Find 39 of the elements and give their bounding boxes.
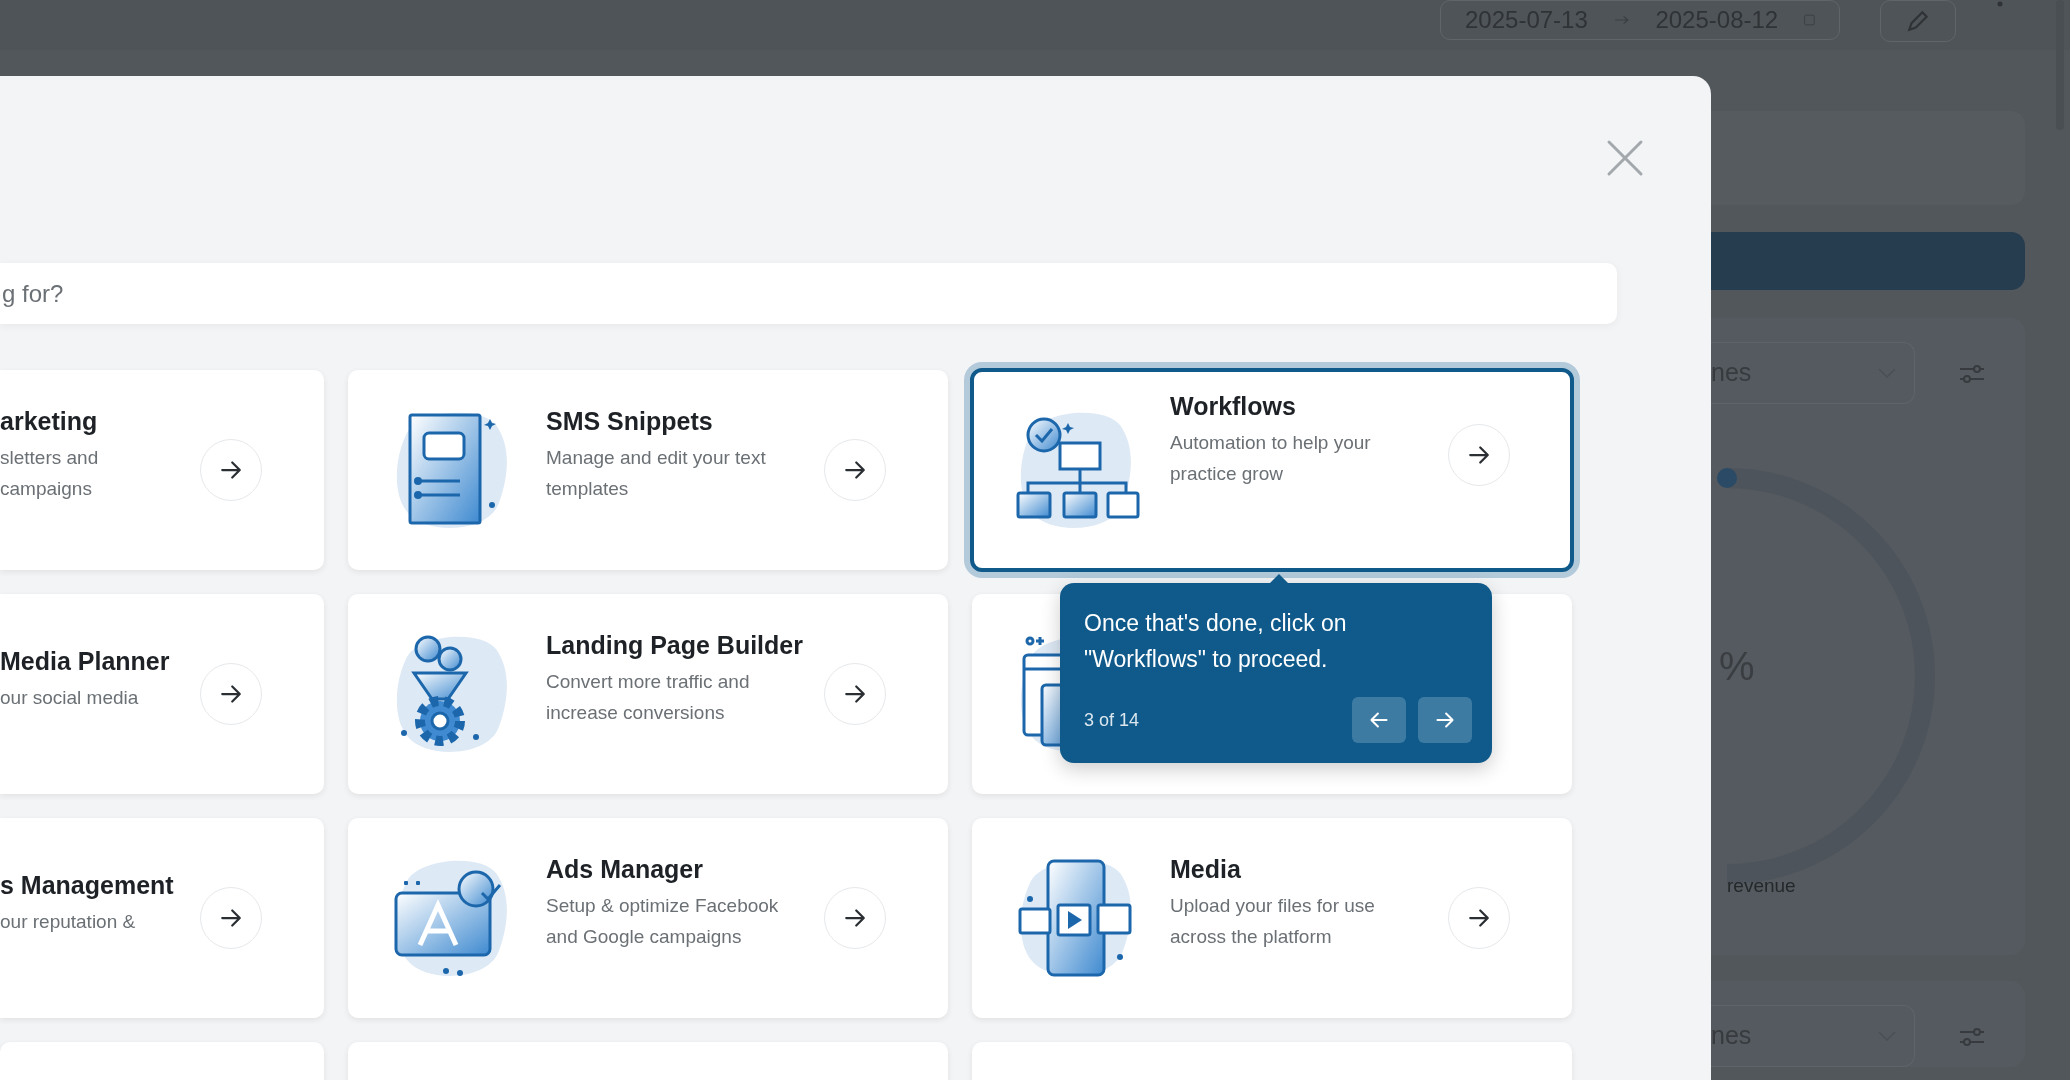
card-description: across the platform <box>1170 925 1333 949</box>
card-title: s Management <box>0 869 175 900</box>
tool-card[interactable]: arketing sletters and campaigns <box>0 370 324 570</box>
tooltip-text: Once that's done, click on "Workflows" to proceed. <box>1084 609 1348 674</box>
filter-icon <box>1959 1025 1985 1048</box>
card-description: sletters and <box>0 446 100 470</box>
tool-card[interactable]: SMS Snippets Manage and edit your text templates <box>348 370 948 570</box>
card-description: Automation to help your <box>1170 431 1372 455</box>
card-title: Ads Manager <box>546 854 704 884</box>
card-title: Media <box>1170 854 1242 884</box>
card-description: practice grow <box>1170 462 1284 486</box>
card-description: Setup & optimize Facebook <box>546 894 780 918</box>
card-description: campaigns <box>0 477 93 501</box>
card-description: and Google campaigns <box>546 925 743 949</box>
gauge-value: % <box>1719 643 1755 690</box>
card-description: Manage and edit your text <box>546 446 767 470</box>
tool-card[interactable]: s Management our reputation & <box>0 818 324 1018</box>
card-description: templates <box>546 477 630 501</box>
card-description: Upload your files for use <box>1170 894 1376 918</box>
card-title: Landing Page Builder <box>546 630 804 660</box>
filter-icon <box>1959 362 1985 385</box>
card-description: our reputation & <box>0 909 137 934</box>
tool-card[interactable]: Media Upload your files for use across the platform <box>972 818 1572 1018</box>
previous-button[interactable] <box>1352 697 1406 743</box>
step-counter: 3 of 14 <box>1084 708 1141 732</box>
card-description: our social media <box>0 685 140 710</box>
card-title: Media Planner <box>0 645 171 676</box>
gauge-dot <box>1717 468 1737 488</box>
card-description: Convert more traffic and <box>546 670 751 694</box>
card-description: increase conversions <box>546 701 726 725</box>
pencil-icon <box>1905 8 1931 34</box>
search-field[interactable]: g for? <box>0 263 1617 324</box>
card-title: SMS Snippets <box>546 406 714 436</box>
tool-card[interactable]: Media Planner our social media <box>0 594 324 794</box>
next-button[interactable] <box>1418 697 1472 743</box>
card-title: Workflows <box>1170 391 1297 421</box>
tool-card[interactable]: Landing Page Builder Convert more traffic and increase conversions <box>348 594 948 794</box>
tool-card[interactable]: Ads Manager Setup & optimize Facebook and Google campaigns <box>348 818 948 1018</box>
card-title: arketing <box>0 406 99 436</box>
